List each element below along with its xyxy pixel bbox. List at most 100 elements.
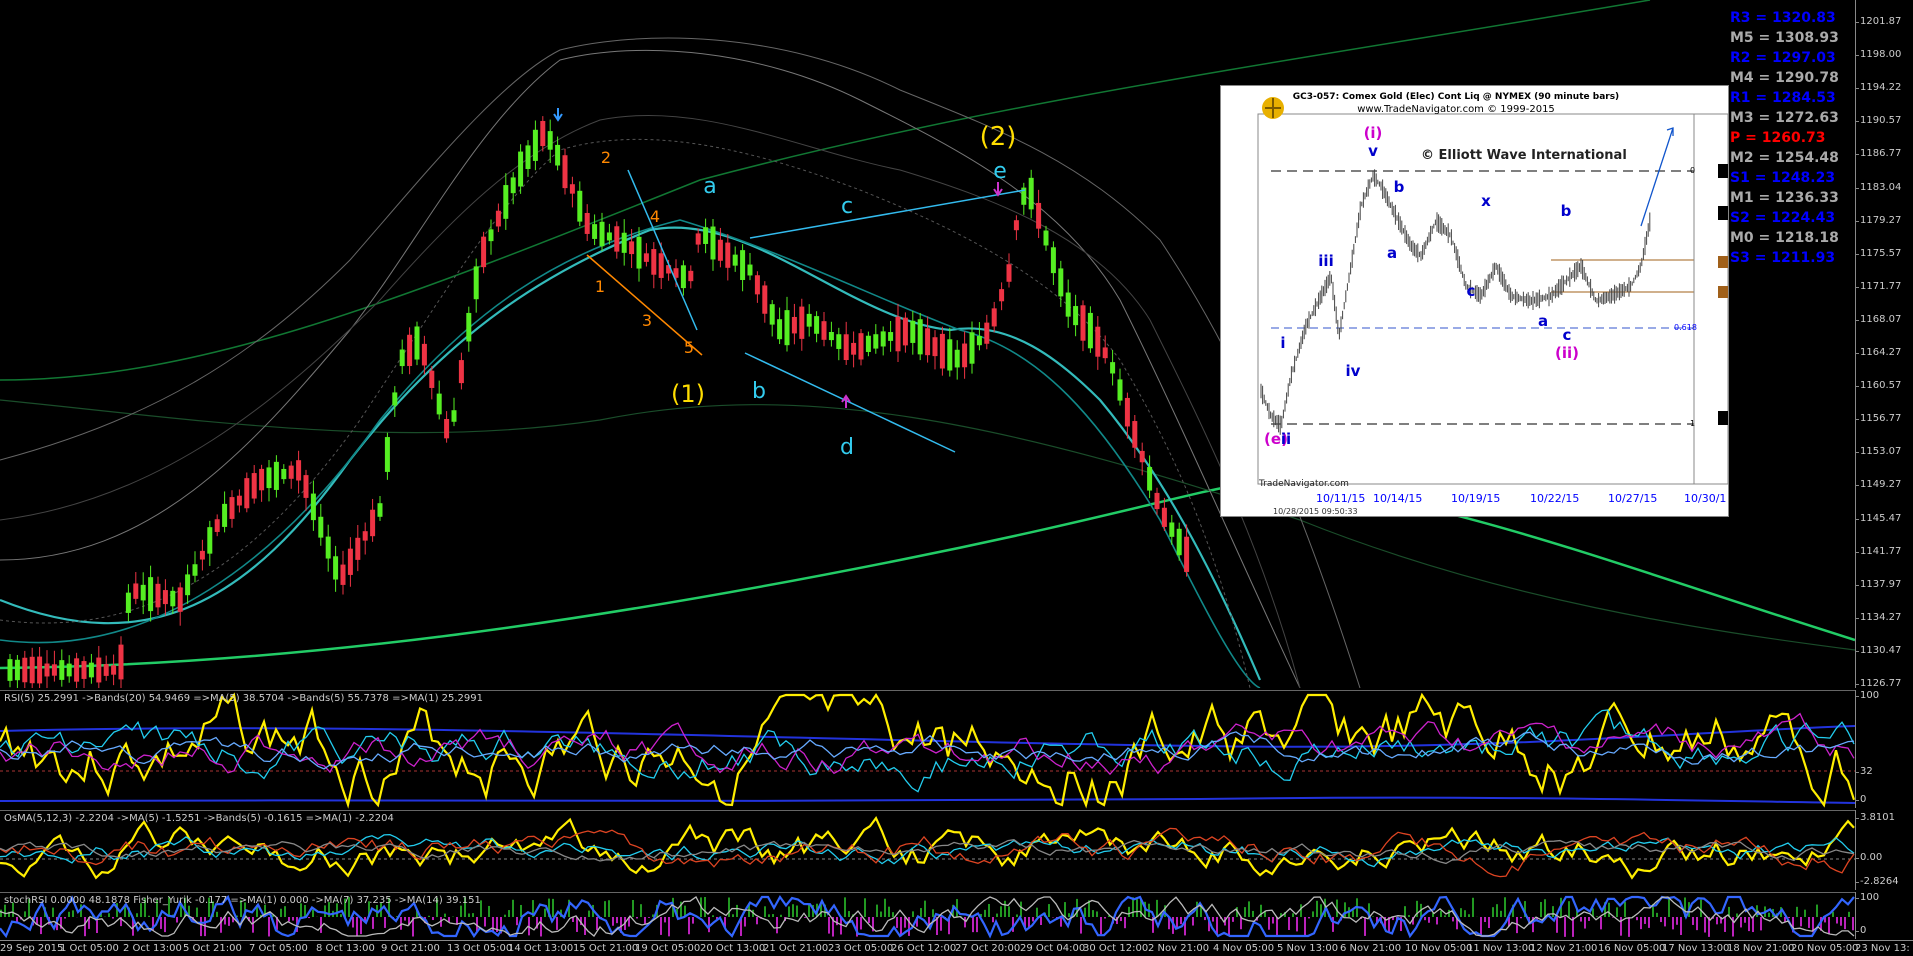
time-tick: 13 Oct 05:00 <box>447 943 512 954</box>
time-tick: 14 Oct 13:00 <box>508 943 573 954</box>
wave-trendlines <box>554 108 1025 452</box>
stochrsi-tick: 0 <box>1860 925 1866 936</box>
inset-copyright: © Elliott Wave International <box>1421 148 1627 163</box>
rsi-pane[interactable]: RSI(5) 25.2991 ->Bands(20) 54.9469 =>MA(… <box>0 690 1855 809</box>
time-tick: 19 Oct 05:00 <box>635 943 700 954</box>
price-tick: 1198.00 <box>1860 49 1901 60</box>
price-tick: 1179.27 <box>1860 215 1901 226</box>
price-tick: 1130.47 <box>1860 645 1901 656</box>
osma-pane[interactable]: OsMA(5,12,3) -2.2204 ->MA(5) -1.5251 ->B… <box>0 810 1855 891</box>
rsi-tick: 0 <box>1860 794 1866 805</box>
pivot-level: S2 = 1224.43 <box>1730 208 1840 228</box>
inset-wave-label: x <box>1481 192 1491 210</box>
time-tick: 7 Oct 05:00 <box>249 943 308 954</box>
time-tick: 6 Nov 21:00 <box>1340 943 1401 954</box>
inset-title: GC3-057: Comex Gold (Elec) Cont Liq @ NY… <box>1221 92 1691 102</box>
time-tick: 2 Oct 13:00 <box>123 943 182 954</box>
time-tick: 4 Nov 05:00 <box>1213 943 1274 954</box>
pivot-level: S1 = 1248.23 <box>1730 168 1840 188</box>
inset-wave-label: a <box>1538 312 1548 330</box>
inset-wave-label: a <box>1387 244 1397 262</box>
price-tick: 1137.97 <box>1860 579 1901 590</box>
time-tick: 1 Oct 05:00 <box>60 943 119 954</box>
time-tick: 20 Oct 13:00 <box>700 943 765 954</box>
wave-label: 4 <box>650 207 660 226</box>
osma-axis[interactable]: 3.8101 0.00 -2.8264 <box>1855 810 1913 890</box>
rsi-tick: 100 <box>1860 690 1879 701</box>
candlesticks <box>8 116 1190 688</box>
time-tick: 17 Nov 13:00 <box>1662 943 1729 954</box>
time-tick: 8 Oct 13:00 <box>316 943 375 954</box>
inset-date: 10/30/1 <box>1684 492 1726 505</box>
pivot-level: M0 = 1218.18 <box>1730 228 1840 248</box>
time-tick: 5 Oct 21:00 <box>183 943 242 954</box>
pivot-level: R3 = 1320.83 <box>1730 8 1840 28</box>
time-tick: 21 Oct 21:00 <box>763 943 828 954</box>
pivot-level: S3 = 1211.93 <box>1730 248 1840 268</box>
osma-tick: -2.8264 <box>1860 876 1899 887</box>
price-tick: 1134.27 <box>1860 612 1901 623</box>
wave-label: 3 <box>642 311 652 330</box>
inset-wave-label: iv <box>1346 362 1361 380</box>
inset-footer: TradeNavigator.com <box>1259 479 1349 489</box>
wave-label: (2) <box>980 122 1017 152</box>
inset-wave-label: iii <box>1318 252 1333 270</box>
pivot-level: M5 = 1308.93 <box>1730 28 1840 48</box>
inset-wave-label: ii <box>1281 430 1291 448</box>
time-tick: 5 Nov 13:00 <box>1277 943 1338 954</box>
time-tick: 9 Oct 21:00 <box>381 943 440 954</box>
inset-wave-label: (ii) <box>1555 344 1579 362</box>
inset-level-label: 1 <box>1690 419 1695 428</box>
wave-label: e <box>993 159 1007 184</box>
stochrsi-axis[interactable]: 100 0 <box>1855 892 1913 939</box>
wave-label: 2 <box>601 148 611 167</box>
wave-label: (1) <box>671 380 705 408</box>
inset-wave-label: b <box>1561 202 1572 220</box>
wave-label: b <box>752 379 766 404</box>
wave-label: d <box>840 435 854 460</box>
inset-wave-label: b <box>1394 178 1405 196</box>
pivot-level: M2 = 1254.48 <box>1730 148 1840 168</box>
price-tick: 1186.77 <box>1860 148 1901 159</box>
rsi-label: RSI(5) 25.2991 ->Bands(20) 54.9469 =>MA(… <box>4 693 483 704</box>
time-tick: 26 Oct 12:00 <box>891 943 956 954</box>
time-tick: 29 Sep 2015 <box>0 943 63 954</box>
inset-timestamp: 10/28/2015 09:50:33 <box>1273 507 1358 516</box>
inset-date: 10/19/15 <box>1451 492 1500 505</box>
wave-label: 5 <box>684 338 694 357</box>
inset-date: 10/14/15 <box>1373 492 1422 505</box>
pivot-level: M3 = 1272.63 <box>1730 108 1840 128</box>
osma-label: OsMA(5,12,3) -2.2204 ->MA(5) -1.5251 ->B… <box>4 813 394 824</box>
inset-chart: (i)vbxbiiiacac(ii)iiv(e)ii GC3-057: Come… <box>1220 85 1729 517</box>
osma-tick: 3.8101 <box>1860 812 1895 823</box>
price-tick: 1168.07 <box>1860 314 1901 325</box>
time-tick: 18 Nov 21:00 <box>1727 943 1794 954</box>
rsi-tick: 32 <box>1860 766 1873 777</box>
inset-wave-label: v <box>1368 142 1378 160</box>
time-tick: 30 Oct 12:00 <box>1083 943 1148 954</box>
price-tick: 1194.22 <box>1860 82 1901 93</box>
time-tick: 23 Oct 05:00 <box>828 943 893 954</box>
inset-date: 10/22/15 <box>1530 492 1579 505</box>
osma-tick: 0.00 <box>1860 852 1882 863</box>
stochrsi-label: stochRSI 0.0000 48.1878 Fisher_Yurik -0.… <box>4 895 481 906</box>
inset-level-label: 0 <box>1690 166 1695 175</box>
inset-date: 10/27/15 <box>1608 492 1657 505</box>
stochrsi-tick: 100 <box>1860 892 1879 903</box>
rsi-axis[interactable]: 100 32 0 <box>1855 690 1913 808</box>
time-axis[interactable]: 29 Sep 20151 Oct 05:00 2 Oct 13:005 Oct 2… <box>0 940 1913 956</box>
price-tick: 1190.57 <box>1860 115 1901 126</box>
inset-wave-label: c <box>1563 326 1572 344</box>
time-tick: 2 Nov 21:00 <box>1148 943 1209 954</box>
wave-label: 1 <box>595 277 605 296</box>
wave-label: c <box>841 194 853 219</box>
price-tick: 1145.47 <box>1860 513 1901 524</box>
price-chart-pane[interactable]: (2)eacbd(1)24135 (i)vbxbiiiacac(ii)iiv(e… <box>0 0 1855 688</box>
stochrsi-pane[interactable]: stochRSI 0.0000 48.1878 Fisher_Yurik -0.… <box>0 892 1855 940</box>
rsi-chart-svg <box>0 691 1855 809</box>
pivot-level: R1 = 1284.53 <box>1730 88 1840 108</box>
pivot-level: M4 = 1290.78 <box>1730 68 1840 88</box>
time-tick: 27 Oct 20:00 <box>955 943 1020 954</box>
price-axis[interactable]: 1201.871198.001194.221190.571186.771183.… <box>1855 0 1913 688</box>
time-tick: 11 Nov 13:00 <box>1467 943 1534 954</box>
